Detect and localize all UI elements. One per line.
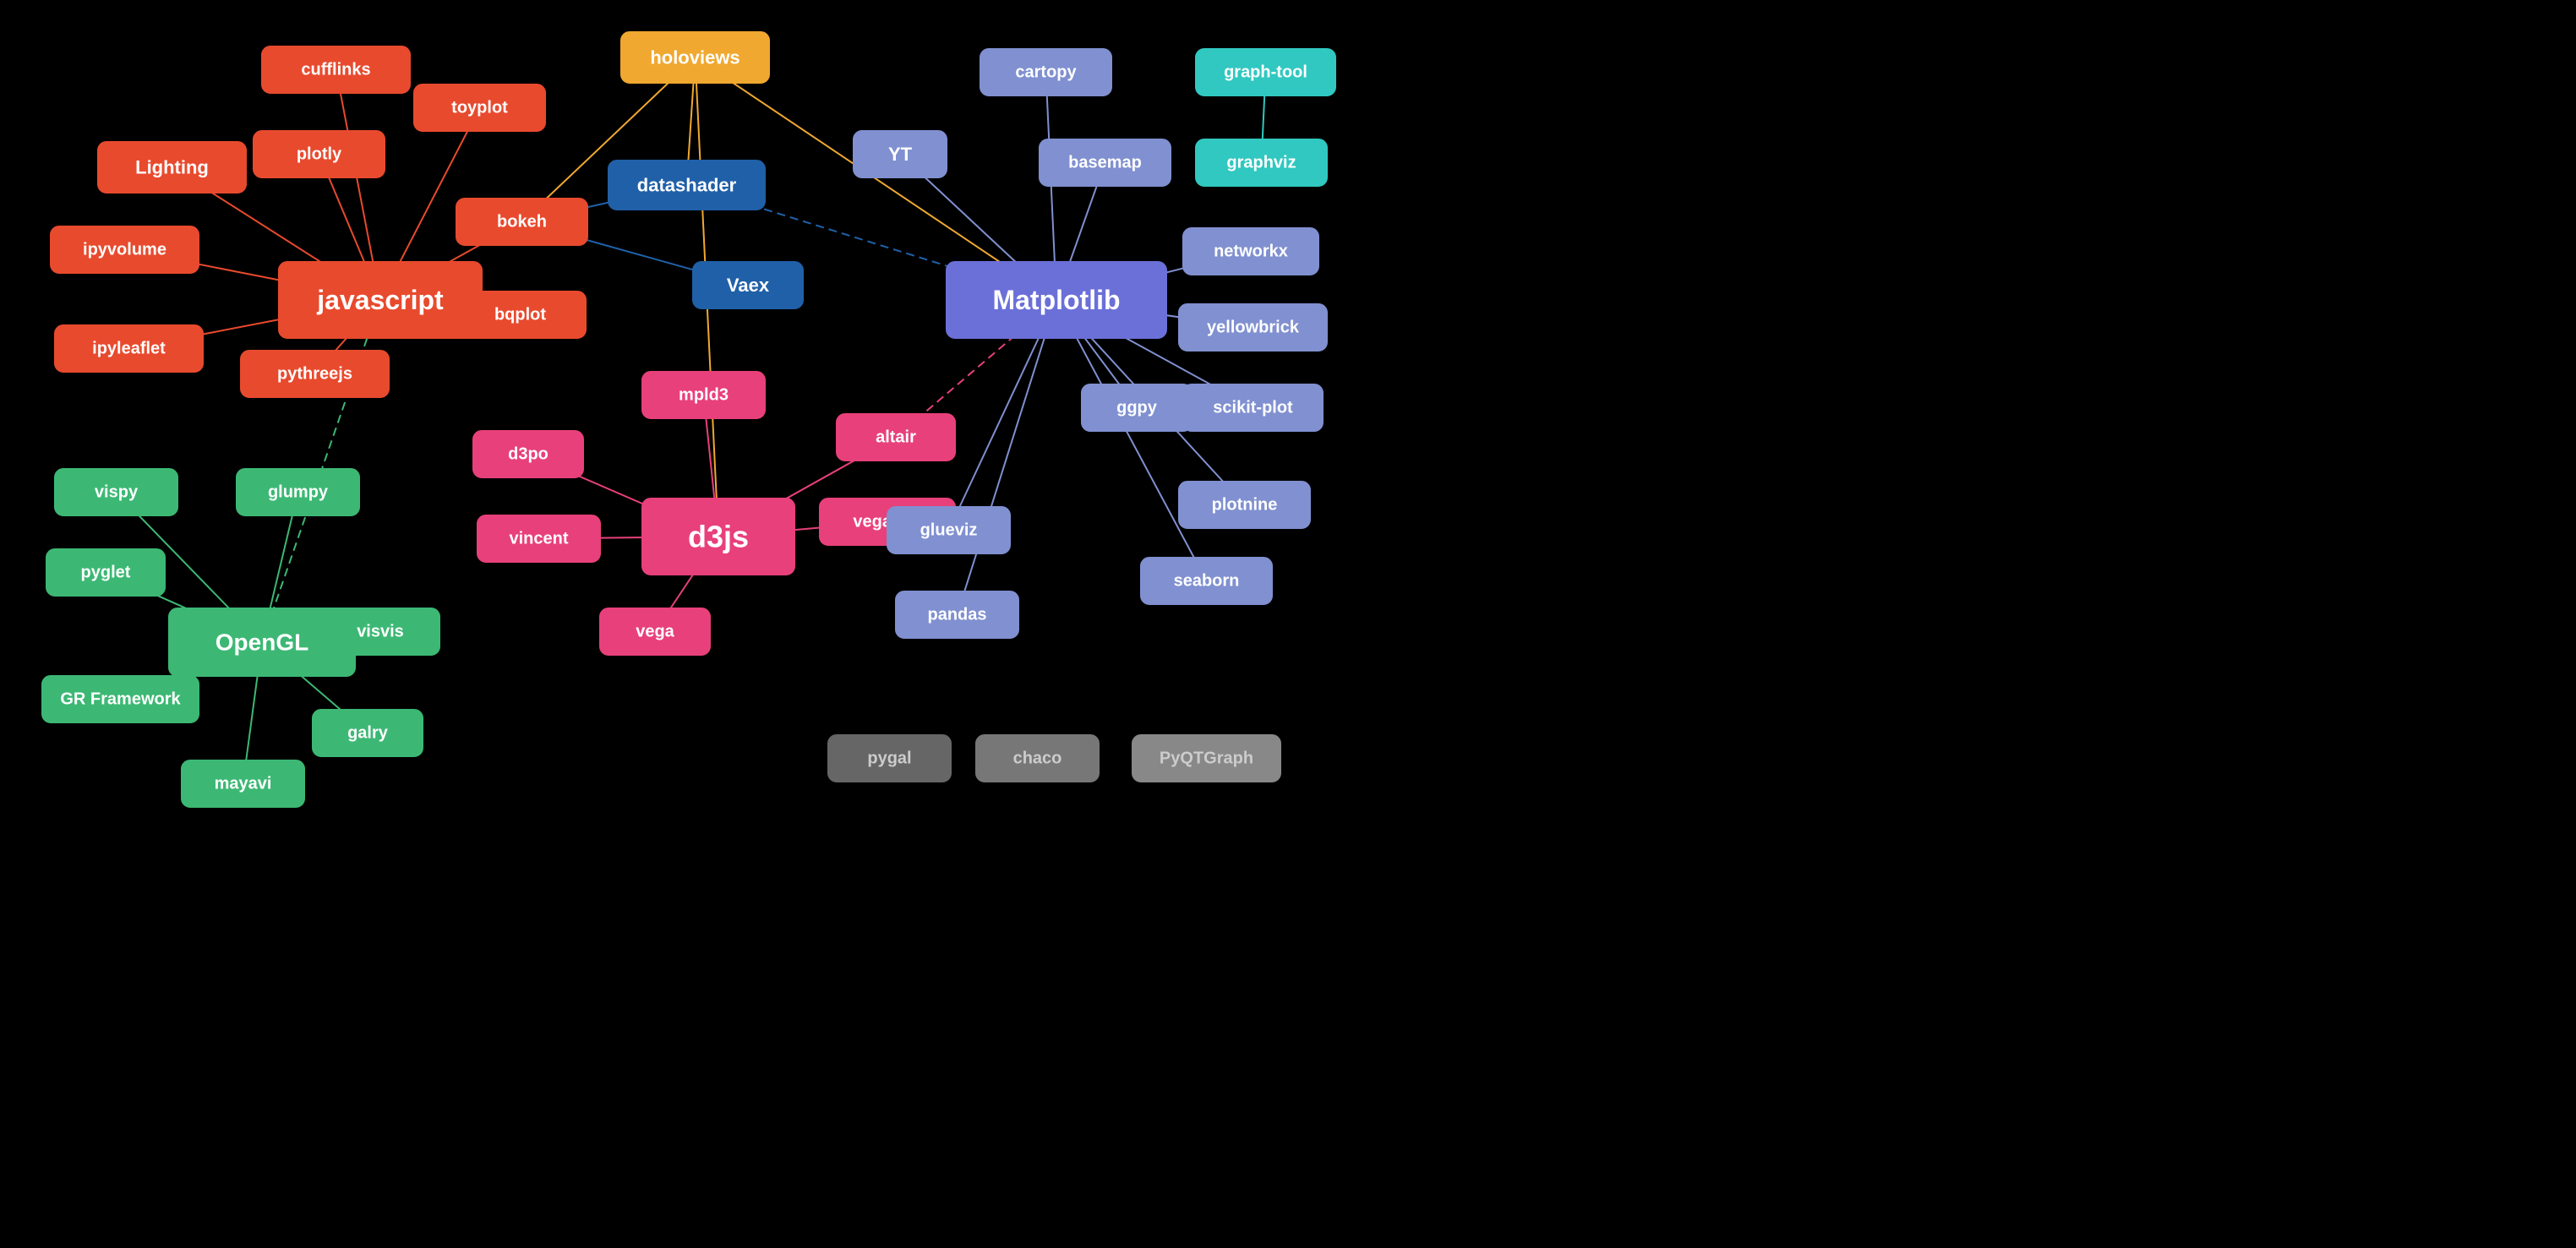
node-graphviz[interactable]: graphviz [1196, 139, 1327, 186]
node-javascript[interactable]: javascript [279, 262, 482, 338]
node-label-gr-framework: GR Framework [60, 690, 181, 709]
node-label-toyplot: toyplot [451, 99, 508, 117]
node-pandas[interactable]: pandas [896, 591, 1018, 638]
node-label-plotly: plotly [297, 145, 342, 164]
node-label-cartopy: cartopy [1015, 63, 1077, 82]
node-label-pandas: pandas [927, 606, 986, 624]
node-mpld3[interactable]: mpld3 [642, 372, 765, 418]
node-ipyvolume[interactable]: ipyvolume [51, 226, 199, 273]
node-pyglet[interactable]: pyglet [46, 549, 165, 596]
node-vispy[interactable]: vispy [55, 469, 177, 515]
node-pythreejs[interactable]: pythreejs [241, 351, 389, 397]
node-label-d3js: d3js [688, 520, 749, 554]
node-d3po[interactable]: d3po [473, 431, 583, 477]
node-label-ggpy: ggpy [1116, 399, 1158, 417]
node-label-mayavi: mayavi [215, 775, 272, 793]
node-label-chaco: chaco [1013, 749, 1062, 768]
graph-visualization: javascript Matplotlib OpenGL d3js Lighting ip… [0, 0, 2576, 1248]
node-mayavi[interactable]: mayavi [182, 760, 304, 807]
node-label-pyqtgraph: PyQTGraph [1160, 749, 1253, 768]
node-vaex[interactable]: Vaex [693, 262, 803, 308]
node-label-mpld3: mpld3 [679, 386, 729, 405]
node-label-ipyvolume: ipyvolume [83, 241, 166, 259]
node-label-scikit-plot: scikit-plot [1213, 399, 1293, 417]
node-label-vispy: vispy [95, 483, 139, 502]
node-label-bokeh: bokeh [497, 213, 547, 232]
node-label-galry: galry [347, 724, 389, 743]
node-ggpy[interactable]: ggpy [1082, 384, 1192, 431]
node-visvis[interactable]: visvis [321, 608, 439, 655]
node-toyplot[interactable]: toyplot [414, 84, 545, 131]
node-label-basemap: basemap [1068, 154, 1142, 172]
node-label-ipyleaflet: ipyleaflet [92, 340, 166, 358]
node-plotly[interactable]: plotly [254, 131, 385, 177]
node-label-vaex: Vaex [727, 275, 770, 296]
node-seaborn[interactable]: seaborn [1141, 558, 1272, 604]
node-holoviews[interactable]: holoviews [621, 32, 769, 83]
node-label-seaborn: seaborn [1174, 572, 1240, 591]
node-label-yt: YT [888, 144, 913, 165]
node-scikit-plot[interactable]: scikit-plot [1183, 384, 1323, 431]
edge-matplotlib-pandas [958, 300, 1057, 615]
node-label-networkx: networkx [1214, 243, 1288, 261]
node-pygal[interactable]: pygal [828, 735, 951, 782]
node-label-lighting: Lighting [135, 157, 209, 178]
node-label-altair: altair [876, 428, 916, 447]
node-yt[interactable]: YT [854, 131, 947, 177]
node-plotnine[interactable]: plotnine [1179, 482, 1310, 528]
node-datashader[interactable]: datashader [609, 161, 765, 210]
node-label-graphviz: graphviz [1226, 154, 1296, 172]
node-label-plotnine: plotnine [1212, 496, 1278, 515]
node-label-pyglet: pyglet [81, 564, 131, 582]
node-label-glueviz: glueviz [920, 521, 978, 540]
node-vincent[interactable]: vincent [478, 515, 600, 562]
node-label-javascript: javascript [316, 285, 444, 315]
node-label-vega: vega [636, 623, 674, 641]
node-graph-tool[interactable]: graph-tool [1196, 49, 1335, 95]
node-bqplot[interactable]: bqplot [455, 292, 586, 338]
node-yellowbrick[interactable]: yellowbrick [1179, 304, 1327, 351]
node-label-vincent: vincent [509, 530, 568, 548]
node-ipyleaflet[interactable]: ipyleaflet [55, 325, 203, 372]
node-d3js[interactable]: d3js [642, 499, 794, 575]
node-glumpy[interactable]: glumpy [237, 469, 359, 515]
node-bokeh[interactable]: bokeh [456, 199, 587, 245]
node-glueviz[interactable]: glueviz [887, 507, 1010, 553]
node-label-cufflinks: cufflinks [301, 61, 370, 79]
node-label-opengl: OpenGL [216, 629, 308, 656]
node-cufflinks[interactable]: cufflinks [262, 46, 410, 93]
node-chaco[interactable]: chaco [976, 735, 1099, 782]
node-label-glumpy: glumpy [268, 483, 329, 502]
node-networkx[interactable]: networkx [1183, 228, 1318, 275]
node-basemap[interactable]: basemap [1040, 139, 1171, 186]
node-label-pythreejs: pythreejs [277, 365, 352, 384]
node-label-visvis: visvis [357, 623, 404, 641]
node-label-d3po: d3po [508, 445, 548, 464]
node-galry[interactable]: galry [313, 710, 423, 756]
node-label-pygal: pygal [867, 749, 911, 768]
node-label-bqplot: bqplot [494, 306, 546, 324]
node-matplotlib[interactable]: Matplotlib [947, 262, 1166, 338]
node-vega[interactable]: vega [600, 608, 710, 655]
node-pyqtgraph[interactable]: PyQTGraph [1132, 735, 1280, 782]
node-label-graph-tool: graph-tool [1224, 63, 1307, 82]
node-label-yellowbrick: yellowbrick [1207, 319, 1300, 337]
node-cartopy[interactable]: cartopy [980, 49, 1111, 95]
node-lighting[interactable]: Lighting [98, 142, 246, 193]
node-label-datashader: datashader [637, 175, 737, 196]
node-label-holoviews: holoviews [650, 47, 740, 68]
node-label-matplotlib: Matplotlib [992, 285, 1120, 315]
node-gr-framework[interactable]: GR Framework [42, 676, 199, 722]
node-altair[interactable]: altair [837, 414, 955, 461]
